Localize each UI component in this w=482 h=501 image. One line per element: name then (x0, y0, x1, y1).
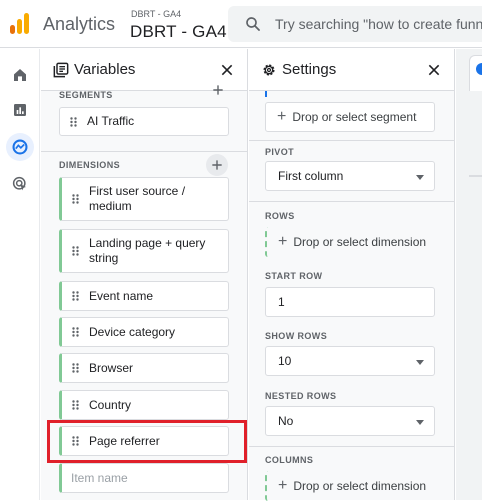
drop-dimension-rows-target[interactable]: + Drop or select dimension (265, 227, 435, 257)
dimension-label: Country (89, 397, 132, 412)
nav-rail (0, 49, 40, 500)
nested-rows-value: No (278, 414, 294, 428)
home-icon (14, 69, 26, 81)
dimension-label: First user source / medium (89, 184, 186, 213)
dimension-label: Landing page + query string (89, 236, 206, 265)
drop-dimension-rows-label: Drop or select dimension (293, 235, 427, 249)
dimension-label: Event name (89, 288, 154, 303)
divider (469, 175, 482, 177)
settings-panel: Settings + Drop or select segment PIVOT … (249, 49, 455, 501)
start-row-value: 1 (278, 295, 285, 309)
add-segment-button[interactable] (207, 85, 229, 99)
divider (249, 140, 454, 141)
plus-icon (212, 160, 222, 170)
item-name-input[interactable]: Item name (59, 463, 229, 493)
dimension-chip[interactable]: Landing page + query string (59, 229, 229, 273)
variables-title: Variables (74, 61, 136, 78)
chevron-down-icon (416, 420, 424, 425)
gear-icon (263, 64, 275, 76)
drag-handle-icon[interactable] (72, 400, 79, 410)
plus-icon (213, 85, 223, 95)
show-rows-label: SHOW ROWS (265, 331, 328, 341)
dimension-chip[interactable]: Event name (59, 281, 229, 311)
plus-icon: + (278, 233, 288, 250)
columns-label: COLUMNS (265, 455, 314, 465)
account-name[interactable]: DBRT - GA4 (131, 9, 181, 19)
dimension-label: Device category (89, 324, 176, 339)
drag-handle-icon[interactable] (72, 363, 79, 373)
nav-home[interactable] (6, 61, 34, 89)
nav-reports[interactable] (6, 96, 34, 124)
show-rows-select[interactable]: 10 (265, 346, 435, 376)
drop-segment-target[interactable]: + Drop or select segment (265, 102, 435, 132)
drag-handle-icon[interactable] (72, 291, 79, 301)
dimension-chip[interactable]: Country (59, 390, 229, 420)
nav-explore[interactable] (6, 133, 34, 161)
explore-icon (12, 139, 28, 155)
tab-icon (476, 63, 482, 75)
app-name: Analytics (43, 14, 116, 34)
plus-icon: + (278, 477, 288, 494)
pivot-select[interactable]: First column (265, 161, 435, 191)
segments-label: SEGMENTS (59, 90, 113, 100)
advertising-icon (12, 176, 26, 191)
drop-dimension-columns-label: Drop or select dimension (293, 479, 427, 493)
show-rows-value: 10 (278, 354, 292, 368)
close-icon[interactable] (426, 62, 442, 78)
nav-advertising[interactable] (6, 170, 34, 198)
property-name[interactable]: DBRT - GA4 (130, 22, 227, 42)
segment-chip[interactable]: AI Traffic (59, 107, 229, 136)
highlight-annotation (47, 420, 247, 463)
start-row-input[interactable]: 1 (265, 287, 435, 317)
pivot-value: First column (278, 169, 344, 183)
top-bar: Analytics DBRT - GA4 DBRT - GA4 Try sear… (0, 0, 482, 48)
divider (41, 151, 247, 152)
search-icon (246, 17, 260, 31)
drag-handle-icon[interactable] (72, 327, 79, 337)
nested-rows-label: NESTED ROWS (265, 391, 337, 401)
dimension-chip[interactable]: Device category (59, 317, 229, 347)
drag-handle-icon[interactable] (72, 246, 79, 256)
chevron-down-icon (416, 360, 424, 365)
divider (249, 201, 454, 202)
pivot-label: PIVOT (265, 147, 295, 157)
rows-label: ROWS (265, 211, 295, 221)
segment-label: AI Traffic (87, 114, 135, 128)
chevron-down-icon (416, 175, 424, 180)
variables-icon (53, 62, 69, 78)
drag-handle-icon[interactable] (72, 194, 79, 204)
add-dimension-button[interactable] (206, 154, 228, 176)
drop-indicator (265, 91, 267, 97)
drop-dimension-columns-target[interactable]: + Drop or select dimension (265, 471, 435, 501)
item-name-placeholder: Item name (71, 470, 128, 485)
start-row-label: START ROW (265, 271, 323, 281)
dimensions-label: DIMENSIONS (59, 160, 121, 170)
search-input[interactable]: Try searching "how to create funnel" (228, 6, 482, 42)
dimension-label: Browser (89, 360, 134, 375)
plus-icon: + (277, 108, 287, 125)
settings-title: Settings (282, 61, 337, 78)
dimension-chip[interactable]: Browser (59, 353, 229, 383)
divider (249, 446, 454, 447)
dimension-chip[interactable]: First user source / medium (59, 177, 229, 221)
drop-segment-label: Drop or select segment (292, 110, 417, 124)
close-icon[interactable] (219, 62, 235, 78)
search-placeholder: Try searching "how to create funnel" (275, 16, 482, 32)
canvas-area (456, 49, 482, 500)
nested-rows-select[interactable]: No (265, 406, 435, 436)
analytics-logo-icon[interactable] (10, 13, 32, 35)
reports-icon (14, 104, 26, 116)
settings-header: Settings (249, 49, 454, 91)
drag-handle-icon[interactable] (70, 116, 77, 127)
